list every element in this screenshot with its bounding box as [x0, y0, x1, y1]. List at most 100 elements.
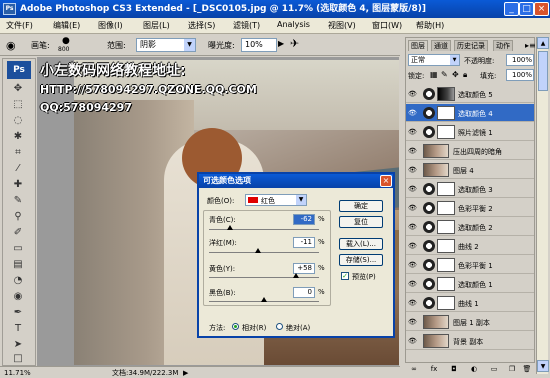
- adjustment-icon[interactable]: [423, 183, 435, 195]
- tab-channels[interactable]: 通道: [431, 40, 451, 51]
- reset-button[interactable]: 复位: [339, 216, 383, 228]
- menu-help[interactable]: 帮助(H): [416, 20, 444, 31]
- close-button[interactable]: ×: [534, 2, 549, 16]
- save-button[interactable]: 存储(S)...: [339, 254, 383, 266]
- black-slider-thumb[interactable]: [261, 297, 267, 302]
- add-mask-icon[interactable]: ◘: [449, 364, 459, 374]
- eraser-tool-icon[interactable]: ▭: [11, 243, 25, 255]
- blend-mode-select[interactable]: 正常 ▼: [408, 54, 460, 66]
- layer-mask-thumbnail[interactable]: [437, 125, 455, 139]
- layer-mask-thumbnail[interactable]: [437, 106, 455, 120]
- move-tool-icon[interactable]: ✥: [11, 83, 25, 95]
- menu-view[interactable]: 视图(V): [328, 20, 356, 31]
- ok-button[interactable]: 确定: [339, 200, 383, 212]
- tab-actions[interactable]: 动作: [493, 40, 513, 51]
- status-menu-arrow-icon[interactable]: ▶: [183, 368, 188, 378]
- trash-icon[interactable]: 🗑︎: [522, 364, 532, 374]
- layer-thumbnail[interactable]: [423, 144, 449, 158]
- minimize-button[interactable]: _: [504, 2, 519, 16]
- exposure-dropdown-icon[interactable]: ▶: [278, 39, 284, 48]
- menu-window[interactable]: 窗口(W): [372, 20, 402, 31]
- layer-mask-thumbnail[interactable]: [437, 239, 455, 253]
- eye-icon[interactable]: 👁︎: [408, 261, 417, 269]
- layer-row[interactable]: 👁︎ 压出四周的暗角: [406, 142, 534, 160]
- layer-row[interactable]: 👁︎ 图层 4: [406, 161, 534, 179]
- eye-icon[interactable]: 👁︎: [408, 242, 417, 250]
- layer-row[interactable]: 👁︎ 色彩平衡 2: [406, 199, 534, 217]
- panel-menu-icon[interactable]: ▸≡: [525, 41, 536, 50]
- gradient-tool-icon[interactable]: ▤: [11, 259, 25, 271]
- adjustment-icon[interactable]: [423, 126, 435, 138]
- zoom-level[interactable]: 11.71%: [4, 368, 31, 378]
- scroll-down-icon[interactable]: ▼: [537, 360, 549, 372]
- lock-paint-icon[interactable]: ✎: [441, 70, 448, 79]
- adjustment-icon[interactable]: [423, 297, 435, 309]
- layer-mask-thumbnail[interactable]: [437, 87, 455, 101]
- yellow-slider-thumb[interactable]: [292, 273, 299, 278]
- eye-icon[interactable]: 👁︎: [408, 204, 417, 212]
- eye-icon[interactable]: 👁︎: [408, 147, 417, 155]
- eye-icon[interactable]: 👁︎: [408, 318, 417, 326]
- layers-scrollbar[interactable]: ▲ ▼: [536, 37, 549, 374]
- new-layer-icon[interactable]: ❐: [507, 364, 517, 374]
- new-group-icon[interactable]: ▭: [489, 364, 499, 374]
- layer-row[interactable]: 👁︎ 曲线 2: [406, 237, 534, 255]
- menu-image[interactable]: 图像(I): [98, 20, 123, 31]
- eyedropper-tool-icon[interactable]: ⁄: [11, 163, 25, 175]
- layer-row[interactable]: 👁︎ 图层 1 副本: [406, 313, 534, 331]
- adjustment-icon[interactable]: [423, 202, 435, 214]
- menu-edit[interactable]: 编辑(E): [53, 20, 80, 31]
- lock-transparency-icon[interactable]: ▦: [430, 70, 438, 79]
- layer-thumbnail[interactable]: [423, 163, 449, 177]
- adjustment-icon[interactable]: [423, 221, 435, 233]
- magenta-input[interactable]: -11: [293, 237, 315, 248]
- eye-icon[interactable]: 👁︎: [408, 280, 417, 288]
- menu-file[interactable]: 文件(F): [6, 20, 33, 31]
- layer-row[interactable]: 👁︎ 照片滤镜 1: [406, 123, 534, 141]
- layer-row[interactable]: 👁︎ 选取颜色 1: [406, 275, 534, 293]
- lock-move-icon[interactable]: ✥: [452, 70, 459, 79]
- brush-preview-icon[interactable]: ●: [62, 36, 70, 46]
- dialog-close-button[interactable]: ×: [380, 175, 392, 187]
- blur-tool-icon[interactable]: ◔: [11, 275, 25, 287]
- adjustment-icon[interactable]: [423, 259, 435, 271]
- layer-mask-thumbnail[interactable]: [437, 220, 455, 234]
- menu-filter[interactable]: 滤镜(T): [233, 20, 260, 31]
- cyan-slider-thumb[interactable]: [226, 225, 233, 230]
- adjustment-icon[interactable]: [423, 240, 435, 252]
- eye-icon[interactable]: 👁︎: [408, 128, 417, 136]
- layer-mask-thumbnail[interactable]: [437, 182, 455, 196]
- cyan-input[interactable]: -62: [293, 214, 315, 225]
- layer-style-icon[interactable]: fx: [429, 364, 439, 374]
- marquee-tool-icon[interactable]: ⬚: [11, 99, 25, 111]
- colors-select[interactable]: 红色 ▼: [245, 194, 307, 206]
- eye-icon[interactable]: 👁︎: [408, 337, 417, 345]
- lasso-tool-icon[interactable]: ◌: [11, 115, 25, 127]
- relative-radio[interactable]: [232, 323, 239, 330]
- magic-wand-tool-icon[interactable]: ✱: [11, 131, 25, 143]
- black-input[interactable]: 0: [293, 287, 315, 298]
- adjustment-layer-icon[interactable]: ◐: [469, 364, 479, 374]
- layer-row[interactable]: 👁︎ 背景 副本: [406, 332, 534, 350]
- layer-mask-thumbnail[interactable]: [437, 277, 455, 291]
- eye-icon[interactable]: 👁︎: [408, 166, 417, 174]
- opacity-input[interactable]: 100%: [506, 54, 534, 66]
- eye-icon[interactable]: 👁︎: [408, 223, 417, 231]
- range-select[interactable]: 阴影 ▼: [136, 38, 196, 52]
- dodge-tool-icon[interactable]: ◉: [11, 291, 25, 303]
- eye-icon[interactable]: 👁︎: [408, 185, 417, 193]
- exposure-input[interactable]: 10%: [241, 38, 277, 52]
- menu-layer[interactable]: 图层(L): [143, 20, 170, 31]
- adjustment-icon[interactable]: [423, 278, 435, 290]
- layer-row[interactable]: 👁︎ 选取颜色 3: [406, 180, 534, 198]
- layer-row[interactable]: 👁︎ 选取颜色 4: [406, 104, 534, 122]
- load-button[interactable]: 载入(L)...: [339, 238, 383, 250]
- path-selection-tool-icon[interactable]: ➤: [11, 339, 25, 351]
- brush-tool-icon[interactable]: ✎: [11, 195, 25, 207]
- pen-tool-icon[interactable]: ✒: [11, 307, 25, 319]
- link-layers-icon[interactable]: ∞: [409, 364, 419, 374]
- layer-row[interactable]: 👁︎ 曲线 1: [406, 294, 534, 312]
- fill-input[interactable]: 100%: [506, 69, 534, 81]
- lock-all-icon[interactable]: 🔒︎: [463, 70, 467, 80]
- layer-mask-thumbnail[interactable]: [437, 201, 455, 215]
